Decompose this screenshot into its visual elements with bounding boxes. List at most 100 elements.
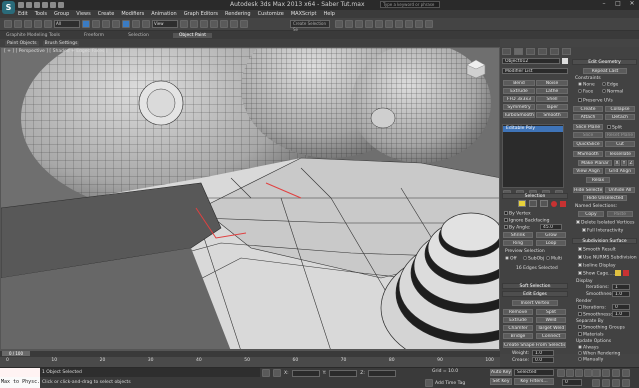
loop-button[interactable]: Loop bbox=[536, 240, 566, 246]
next-frame-icon[interactable] bbox=[584, 369, 592, 377]
curve-editor-icon[interactable] bbox=[375, 20, 383, 28]
mirror-icon[interactable] bbox=[335, 20, 343, 28]
hide-unselected-button[interactable]: Hide Unselected bbox=[583, 195, 627, 201]
chamfer-button[interactable]: Chamfer bbox=[503, 325, 533, 331]
tessellate-button[interactable]: Tessellate bbox=[605, 151, 635, 157]
render-iterations-spinner[interactable]: 0 bbox=[612, 304, 630, 310]
paste-button[interactable]: Paste bbox=[607, 211, 633, 217]
lock-selection-icon[interactable] bbox=[262, 369, 270, 377]
modifier-symmetry-button[interactable]: Symmetry bbox=[503, 104, 535, 110]
undo-icon[interactable] bbox=[42, 2, 48, 8]
maxscript-mini-listener[interactable]: Max to Physc. bbox=[0, 377, 40, 388]
tab-graphite-modeling-tools[interactable]: Graphite Modeling Tools bbox=[6, 33, 60, 38]
extrude-button[interactable]: Extrude bbox=[503, 317, 533, 323]
update-when-rendering-radio[interactable]: When Rendering bbox=[578, 351, 620, 357]
redo-icon[interactable] bbox=[14, 20, 22, 28]
hide-selected-button[interactable]: Hide Selected bbox=[573, 187, 603, 193]
hierarchy-tab-icon[interactable] bbox=[526, 48, 535, 55]
modify-tab-icon[interactable] bbox=[514, 48, 523, 55]
viewcube[interactable] bbox=[465, 58, 487, 82]
constraint-edge-radio[interactable]: Edge bbox=[602, 82, 618, 88]
unhide-all-button[interactable]: Unhide All bbox=[605, 187, 635, 193]
modifier-ffd-button[interactable]: FFD 3x3x3 bbox=[503, 96, 535, 102]
scale-icon[interactable] bbox=[142, 20, 150, 28]
key-filters-button[interactable]: Key Filters... bbox=[514, 378, 554, 385]
bridge-button[interactable]: Bridge bbox=[503, 333, 533, 339]
pan-icon[interactable] bbox=[602, 379, 610, 387]
render-setup-icon[interactable] bbox=[405, 20, 413, 28]
by-angle-spinner[interactable]: 45.0 bbox=[540, 224, 562, 230]
play-icon[interactable] bbox=[575, 369, 583, 377]
utilities-tab-icon[interactable] bbox=[562, 48, 571, 55]
shrink-button[interactable]: Shrink bbox=[503, 232, 533, 238]
zoom-icon[interactable] bbox=[592, 369, 600, 377]
smooth-result-checkbox[interactable]: Smooth Result bbox=[578, 247, 616, 253]
previous-frame-icon[interactable] bbox=[566, 369, 574, 377]
menu-group[interactable]: Group bbox=[54, 11, 69, 17]
link-icon[interactable] bbox=[24, 20, 32, 28]
collapse-button[interactable]: Collapse bbox=[605, 106, 635, 112]
constraint-face-radio[interactable]: Face bbox=[578, 89, 593, 95]
rendered-frame-window-icon[interactable] bbox=[415, 20, 423, 28]
modifier-list-dropdown[interactable]: Modifier List bbox=[502, 68, 568, 74]
modifier-lathe-button[interactable]: Lathe bbox=[536, 88, 568, 94]
project-folder-icon[interactable] bbox=[58, 2, 64, 8]
msmooth-button[interactable]: MSmooth bbox=[573, 151, 603, 157]
auto-key-button[interactable]: Auto Key bbox=[490, 369, 512, 376]
weld-button[interactable]: Weld bbox=[536, 317, 566, 323]
modifier-bend-button[interactable]: Bend bbox=[503, 80, 535, 86]
menu-views[interactable]: Views bbox=[76, 11, 90, 17]
maximize-viewport-icon[interactable] bbox=[622, 379, 630, 387]
render-smoothness-spinner[interactable]: 1.0 bbox=[612, 311, 630, 317]
grid-align-button[interactable]: Grid Align bbox=[605, 168, 635, 174]
view-align-button[interactable]: View Align bbox=[573, 168, 603, 174]
modifier-noise-button[interactable]: Noise bbox=[536, 80, 568, 86]
open-file-icon[interactable] bbox=[26, 2, 32, 8]
angle-snap-icon[interactable] bbox=[220, 20, 228, 28]
viewport-label[interactable]: [ + ] [ Perspective ] [ Shaded + Edged F… bbox=[4, 49, 108, 54]
by-angle-checkbox[interactable]: By Angle: bbox=[504, 225, 531, 231]
percent-snap-icon[interactable] bbox=[230, 20, 238, 28]
isoline-display-checkbox[interactable]: Isoline Display bbox=[578, 263, 616, 269]
connect-button[interactable]: Connect bbox=[536, 333, 566, 339]
make-planar-button[interactable]: Make Planar bbox=[578, 160, 612, 166]
time-slider[interactable] bbox=[0, 350, 500, 357]
reset-plane-button[interactable]: Reset Plane bbox=[605, 132, 635, 138]
object-color-swatch[interactable] bbox=[562, 58, 568, 64]
tab-selection[interactable]: Selection bbox=[128, 33, 149, 38]
schematic-view-icon[interactable] bbox=[385, 20, 393, 28]
z-coordinate-field[interactable] bbox=[367, 369, 396, 377]
vertex-mode-icon[interactable] bbox=[518, 200, 526, 207]
edge-mode-icon[interactable] bbox=[529, 200, 537, 207]
by-vertex-checkbox[interactable]: By Vertex bbox=[504, 211, 531, 217]
tab-object-paint[interactable]: Object Paint bbox=[172, 32, 213, 38]
menu-modifiers[interactable]: Modifiers bbox=[121, 11, 144, 17]
preview-multi-radio[interactable]: Multi bbox=[546, 256, 562, 262]
modifier-extrude-button[interactable]: Extrude bbox=[503, 88, 535, 94]
key-mode-dropdown[interactable]: Selected bbox=[514, 369, 554, 376]
planar-y-button[interactable]: Y bbox=[621, 160, 627, 166]
slice-plane-button[interactable]: Slice Plane bbox=[573, 124, 603, 130]
rectangular-selection-icon[interactable] bbox=[102, 20, 110, 28]
modifier-taper-button[interactable]: Taper bbox=[536, 104, 568, 110]
display-smoothness-spinner[interactable]: 1.0 bbox=[612, 291, 630, 297]
menu-maxscript[interactable]: MAXScript bbox=[291, 11, 317, 17]
full-interactivity-checkbox[interactable]: Full Interactivity bbox=[582, 228, 623, 234]
use-nurms-checkbox[interactable]: Use NURMS Subdivision bbox=[578, 255, 637, 261]
close-icon[interactable]: ✕ bbox=[627, 0, 637, 8]
orbit-icon[interactable] bbox=[612, 379, 620, 387]
align-icon[interactable] bbox=[345, 20, 353, 28]
zoom-all-icon[interactable] bbox=[602, 369, 610, 377]
element-mode-icon[interactable] bbox=[560, 200, 566, 207]
planar-x-button[interactable]: X bbox=[614, 160, 620, 166]
weight-spinner[interactable]: 1.0 bbox=[532, 350, 554, 356]
cut-button[interactable]: Cut bbox=[605, 141, 635, 147]
split-checkbox[interactable]: Split bbox=[607, 125, 622, 131]
field-of-view-icon[interactable] bbox=[592, 379, 600, 387]
crease-spinner[interactable]: 0.0 bbox=[532, 357, 554, 363]
rotate-icon[interactable] bbox=[132, 20, 140, 28]
graphite-toggle-icon[interactable] bbox=[365, 20, 373, 28]
create-tab-icon[interactable] bbox=[502, 48, 511, 55]
polygon-mode-icon[interactable] bbox=[551, 200, 557, 207]
keyboard-shortcut-override-icon[interactable] bbox=[200, 20, 208, 28]
